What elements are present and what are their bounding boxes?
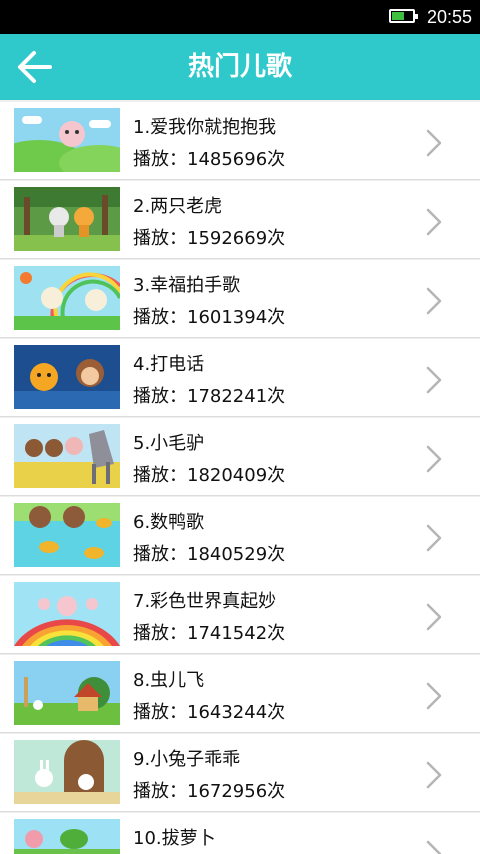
- song-play-count: 播放：1592669次: [133, 228, 286, 249]
- song-thumbnail[interactable]: [14, 582, 120, 646]
- song-thumbnail-image: [14, 266, 120, 330]
- song-thumbnail-image: [14, 661, 120, 725]
- chevron-right-icon[interactable]: [424, 523, 444, 553]
- song-row[interactable]: 2.两只老虎 播放：1592669次: [0, 181, 480, 259]
- song-title: 4.打电话: [133, 354, 205, 375]
- song-title: 10.拔萝卜: [133, 828, 216, 849]
- song-play-count: 播放：1840529次: [133, 544, 286, 565]
- song-play-count: 播放：1741542次: [133, 623, 286, 644]
- song-row[interactable]: 3.幸福拍手歌 播放：1601394次: [0, 260, 480, 338]
- song-row[interactable]: 4.打电话 播放：1782241次: [0, 339, 480, 417]
- battery-charging-icon: [389, 9, 418, 23]
- song-list[interactable]: 1.爱我你就抱抱我 播放：1485696次 2.两只老虎 播放：1592669次…: [0, 100, 480, 854]
- song-thumbnail[interactable]: [14, 266, 120, 330]
- song-title: 7.彩色世界真起妙: [133, 591, 277, 612]
- song-thumbnail-image: [14, 503, 120, 567]
- song-play-count: 播放：1672956次: [133, 781, 286, 802]
- song-row[interactable]: 10.拔萝卜: [0, 813, 480, 854]
- song-play-count: 播放：1782241次: [133, 386, 286, 407]
- song-thumbnail[interactable]: [14, 108, 120, 172]
- battery-level: [392, 12, 404, 20]
- song-thumbnail-image: [14, 108, 120, 172]
- song-thumbnail[interactable]: [14, 819, 120, 854]
- song-row[interactable]: 9.小兔子乖乖 播放：1672956次: [0, 734, 480, 812]
- song-thumbnail-image: [14, 582, 120, 646]
- page-title: 热门儿歌: [187, 52, 292, 82]
- song-row[interactable]: 8.虫儿飞 播放：1643244次: [0, 655, 480, 733]
- song-title: 2.两只老虎: [133, 196, 223, 217]
- chevron-right-icon[interactable]: [424, 365, 444, 395]
- chevron-right-icon[interactable]: [424, 681, 444, 711]
- song-thumbnail-image: [14, 819, 120, 854]
- song-title: 3.幸福拍手歌: [133, 275, 241, 296]
- song-play-count: 播放：1601394次: [133, 307, 286, 328]
- song-thumbnail[interactable]: [14, 424, 120, 488]
- chevron-right-icon[interactable]: [424, 760, 444, 790]
- song-row[interactable]: 1.爱我你就抱抱我 播放：1485696次: [0, 102, 480, 180]
- song-row[interactable]: 5.小毛驴 播放：1820409次: [0, 418, 480, 496]
- song-title: 8.虫儿飞: [133, 670, 205, 691]
- song-thumbnail-image: [14, 345, 120, 409]
- chevron-right-icon[interactable]: [424, 207, 444, 237]
- chevron-right-icon[interactable]: [424, 128, 444, 158]
- song-title: 6.数鸭歌: [133, 512, 205, 533]
- song-play-count: 播放：1643244次: [133, 702, 286, 723]
- song-row[interactable]: 7.彩色世界真起妙 播放：1741542次: [0, 576, 480, 654]
- song-title: 9.小兔子乖乖: [133, 749, 241, 770]
- status-bar: 20:55: [0, 0, 480, 34]
- song-thumbnail-image: [14, 424, 120, 488]
- song-thumbnail[interactable]: [14, 345, 120, 409]
- chevron-right-icon[interactable]: [424, 286, 444, 316]
- song-title: 5.小毛驴: [133, 433, 205, 454]
- chevron-right-icon[interactable]: [424, 602, 444, 632]
- song-row[interactable]: 6.数鸭歌 播放：1840529次: [0, 497, 480, 575]
- chevron-right-icon[interactable]: [424, 444, 444, 474]
- song-thumbnail[interactable]: [14, 187, 120, 251]
- song-title: 1.爱我你就抱抱我: [133, 117, 277, 138]
- app-bar: 热门儿歌: [0, 34, 480, 100]
- song-thumbnail-image: [14, 740, 120, 804]
- song-thumbnail[interactable]: [14, 740, 120, 804]
- song-play-count: 播放：1820409次: [133, 465, 286, 486]
- song-thumbnail[interactable]: [14, 661, 120, 725]
- song-play-count: 播放：1485696次: [133, 149, 286, 170]
- status-time: 20:55: [426, 7, 472, 27]
- song-thumbnail-image: [14, 187, 120, 251]
- chevron-right-icon[interactable]: [424, 839, 444, 854]
- song-thumbnail[interactable]: [14, 503, 120, 567]
